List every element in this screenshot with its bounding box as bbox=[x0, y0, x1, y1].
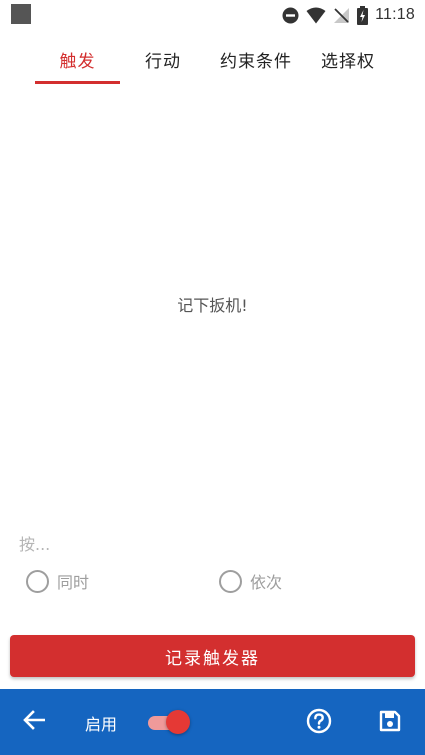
save-button[interactable] bbox=[375, 708, 405, 738]
battery-charging-icon bbox=[357, 5, 369, 25]
radio-circle-icon bbox=[219, 569, 242, 593]
radio-simultaneous[interactable]: 同时 bbox=[26, 568, 89, 594]
radio-label: 依次 bbox=[250, 573, 283, 592]
status-time: 11:18 bbox=[375, 6, 415, 23]
tab-indicator bbox=[35, 81, 120, 84]
radio-sequential[interactable]: 依次 bbox=[219, 568, 282, 594]
floppy-disk-icon bbox=[378, 709, 402, 737]
radio-label: 同时 bbox=[57, 573, 90, 592]
arrow-left-icon bbox=[23, 710, 46, 734]
bottom-bar: 启用 bbox=[0, 689, 425, 755]
enable-toggle[interactable] bbox=[148, 710, 190, 734]
app-square-icon bbox=[11, 4, 31, 24]
tab-trigger[interactable]: 触发 bbox=[35, 36, 120, 82]
radio-circle-icon bbox=[26, 569, 49, 593]
wifi-icon bbox=[306, 7, 326, 24]
back-button[interactable] bbox=[18, 707, 50, 737]
record-trigger-button[interactable]: 记录触发器 bbox=[10, 635, 415, 677]
tab-bar: 触发 行动 约束条件 选择权 bbox=[0, 36, 425, 86]
help-circle-icon bbox=[306, 708, 332, 738]
tab-options[interactable]: 选择权 bbox=[312, 36, 384, 82]
toggle-thumb bbox=[166, 710, 190, 734]
enable-label: 启用 bbox=[85, 715, 118, 734]
tab-constraints[interactable]: 约束条件 bbox=[210, 36, 302, 82]
help-button[interactable] bbox=[304, 708, 334, 738]
status-bar: 11:18 bbox=[0, 0, 425, 30]
no-sim-icon bbox=[333, 7, 350, 24]
empty-trigger-message: 记下扳机! bbox=[177, 296, 248, 315]
do-not-disturb-icon bbox=[282, 7, 299, 24]
status-icons: 11:18 bbox=[282, 4, 415, 26]
tab-action[interactable]: 行动 bbox=[128, 36, 198, 82]
press-hint: 按... bbox=[19, 535, 51, 554]
